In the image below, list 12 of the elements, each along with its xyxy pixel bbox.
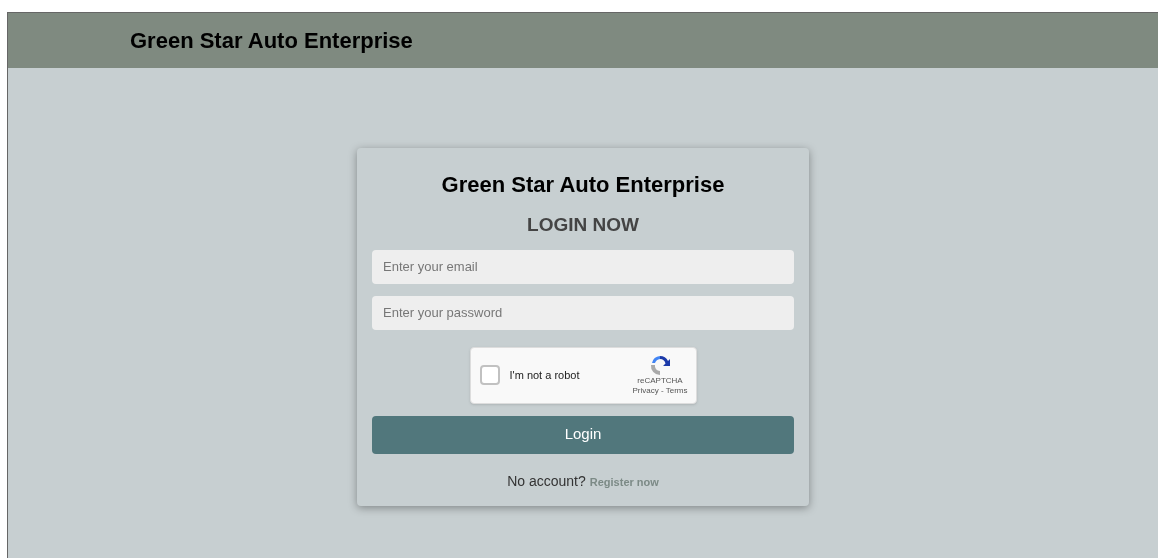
captcha-label: I'm not a robot: [509, 367, 581, 383]
no-account-text: No account?: [507, 471, 586, 491]
login-heading: LOGIN NOW: [527, 213, 639, 237]
card-title: Green Star Auto Enterprise: [441, 171, 725, 199]
captcha-checkbox[interactable]: [479, 365, 500, 385]
login-button[interactable]: Login: [372, 415, 794, 454]
recaptcha-brand: reCAPTCHA: [637, 376, 683, 386]
recaptcha-logo-icon: [648, 354, 672, 376]
site-title: Green Star Auto Enterprise: [130, 27, 413, 55]
input-field[interactable]: Enter your email: [372, 249, 794, 284]
input-field[interactable]: Enter your password: [372, 295, 794, 330]
privacy-terms-links[interactable]: Privacy - Terms: [632, 386, 688, 396]
